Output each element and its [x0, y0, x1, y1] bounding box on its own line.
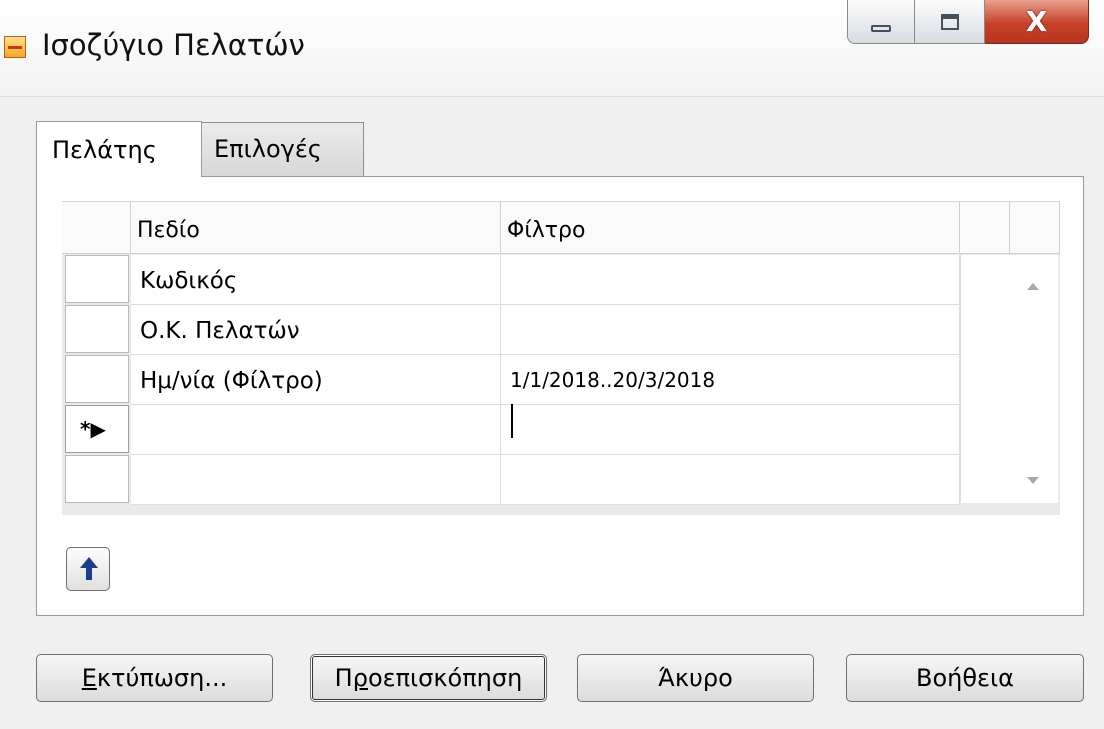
title-bar[interactable]: Ισοζύγιο Πελατών X — [0, 0, 1104, 97]
close-button[interactable]: X — [985, 0, 1089, 44]
tab-options-label: Επιλογές — [214, 135, 322, 163]
filter-cell-text: 1/1/2018..20/3/2018 — [510, 368, 716, 392]
preview-mnemonic: ρ — [352, 664, 368, 692]
filter-cell[interactable] — [501, 255, 960, 305]
cancel-button-label: Άκυρο — [658, 664, 733, 692]
move-up-button[interactable] — [66, 547, 110, 591]
grid-header-scroll — [1010, 202, 1060, 254]
preview-label-rest: οεπισκόπηση — [367, 664, 523, 692]
row-selector[interactable] — [65, 355, 129, 403]
minimize-button[interactable] — [847, 0, 915, 44]
row-selector[interactable] — [65, 455, 129, 503]
move-up-arrow-shaft — [86, 567, 92, 580]
new-row-icon: *▶ — [80, 417, 106, 441]
field-cell-text: Ημ/νία (Φίλτρο) — [140, 368, 323, 394]
field-cell-text: Κωδικός — [140, 268, 238, 294]
grid-scrollbar[interactable] — [960, 255, 1058, 503]
row-selector[interactable] — [65, 255, 129, 303]
print-button[interactable]: Εκτύπωση... — [36, 654, 273, 702]
scroll-down-icon[interactable] — [1027, 477, 1039, 484]
preview-button-label: Προεπισκόπηση — [335, 664, 523, 692]
preview-button[interactable]: Προεπισκόπηση — [310, 654, 547, 702]
text-cursor — [511, 404, 513, 438]
grid-header-corner — [62, 202, 131, 254]
tab-customer-label: Πελάτης — [52, 136, 157, 164]
window-title: Ισοζύγιο Πελατών — [42, 28, 305, 62]
grid-header-extra — [960, 202, 1010, 254]
print-label-rest: κτύπωση... — [96, 664, 228, 692]
row-selector-new[interactable]: *▶ — [65, 405, 129, 453]
field-cell[interactable]: Κωδικός — [131, 255, 501, 305]
minimize-icon — [871, 25, 891, 32]
column-header-field-label: Πεδίο — [137, 218, 200, 243]
close-icon: X — [1025, 4, 1048, 38]
tab-options[interactable]: Επιλογές — [201, 122, 364, 176]
filter-cell-active[interactable] — [501, 405, 960, 455]
field-cell[interactable]: Ο.Κ. Πελατών — [131, 305, 501, 355]
app-icon[interactable] — [4, 36, 26, 58]
cancel-button[interactable]: Άκυρο — [577, 654, 814, 702]
field-cell[interactable]: Ημ/νία (Φίλτρο) — [131, 355, 501, 405]
help-button-label: Βοήθεια — [916, 664, 1014, 692]
column-header-field[interactable]: Πεδίο — [131, 202, 501, 254]
scroll-up-icon[interactable] — [1027, 283, 1039, 290]
print-mnemonic: Ε — [81, 664, 97, 692]
column-header-filter-label: Φίλτρο — [507, 218, 586, 243]
field-cell[interactable] — [131, 455, 501, 505]
print-button-label: Εκτύπωση... — [82, 664, 228, 692]
tab-customer[interactable]: Πελάτης — [36, 121, 202, 177]
maximize-button[interactable] — [915, 0, 985, 44]
filter-grid: Πεδίο Φίλτρο Κωδικός Ο.Κ. Πελατών Ημ/νία… — [62, 201, 1060, 515]
field-cell-text: Ο.Κ. Πελατών — [140, 318, 300, 344]
preview-label-start: Π — [334, 664, 353, 692]
filter-cell[interactable] — [501, 305, 960, 355]
help-button[interactable]: Βοήθεια — [846, 654, 1084, 702]
maximize-icon — [940, 13, 959, 30]
filter-cell[interactable]: 1/1/2018..20/3/2018 — [501, 355, 960, 405]
filter-cell[interactable] — [501, 455, 960, 505]
column-header-filter[interactable]: Φίλτρο — [501, 202, 960, 254]
row-selector[interactable] — [65, 305, 129, 353]
field-cell[interactable] — [131, 405, 501, 455]
